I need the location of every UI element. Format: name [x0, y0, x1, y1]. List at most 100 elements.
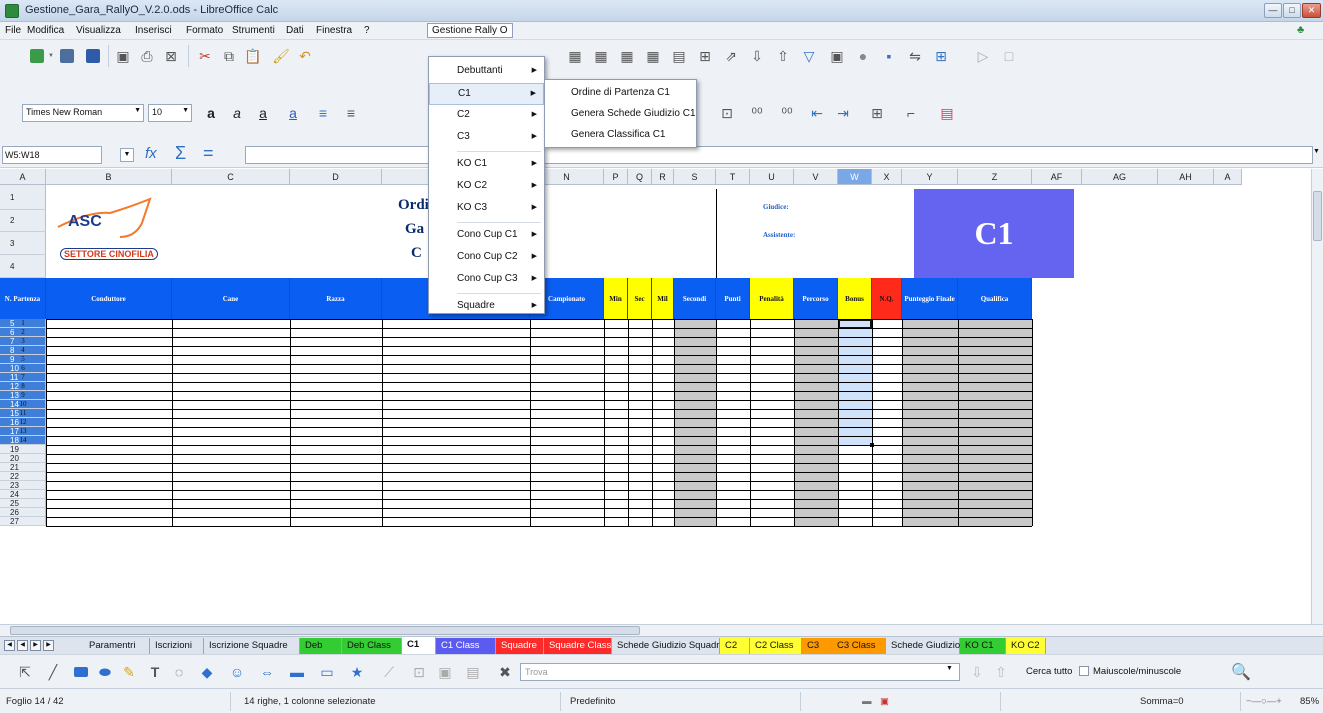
start-number-cell[interactable]: 5 — [0, 355, 46, 364]
minimize-button[interactable]: — — [1264, 3, 1282, 18]
new-document-icon[interactable] — [26, 45, 48, 67]
find-dropdown-icon[interactable]: ▼ — [946, 665, 953, 672]
spreadsheet-grid[interactable]: A B C D N P Q R S T U V W X Y Z AF AG AH A 1 2 3 4 5 6 7 8 9 10 11 12 1… — [0, 169, 1311, 624]
insert-mode-icon[interactable]: ▬ — [862, 696, 872, 707]
menu-strumenti[interactable]: Strumenti — [232, 25, 275, 36]
table-header-cell[interactable]: Razza — [290, 278, 382, 319]
start-number-cell[interactable]: 8 — [0, 382, 46, 391]
highlight-icon[interactable]: ≡ — [312, 102, 334, 124]
macro-play-icon[interactable]: ▷ — [972, 45, 994, 67]
indent-increase-icon[interactable]: ⇥ — [832, 102, 854, 124]
extrusion-icon[interactable]: ▤ — [462, 661, 484, 683]
table-header-cell[interactable]: Cane — [172, 278, 290, 319]
preview-icon[interactable]: ⊠ — [160, 45, 182, 67]
row-header[interactable]: 3 — [0, 232, 46, 255]
sheet-tab[interactable]: Paramentri — [84, 638, 150, 654]
menu-file[interactable]: File — [5, 25, 21, 36]
start-number-cell[interactable]: 11 — [0, 409, 46, 418]
table-header-cell[interactable]: Min — [604, 278, 628, 319]
find-input[interactable]: Trova — [520, 663, 960, 681]
column-header[interactable]: T — [716, 169, 750, 185]
horizontal-scroll-thumb[interactable] — [10, 626, 640, 635]
next-sheet-button[interactable]: ▶ — [30, 640, 41, 651]
page-style[interactable]: Predefinito — [570, 696, 615, 707]
menu-item[interactable]: Cono Cup C3 ▶ — [429, 269, 544, 291]
flowchart-icon[interactable]: ▬ — [286, 661, 308, 683]
export-pdf-icon[interactable]: ▣ — [112, 45, 134, 67]
macro-stop-icon[interactable]: □ — [998, 45, 1020, 67]
formula-expand-icon[interactable]: ▼ — [1313, 148, 1320, 155]
bold-icon[interactable]: a — [200, 102, 222, 124]
font-name-box[interactable]: Times New Roman ▼ — [22, 104, 144, 122]
start-number-cell[interactable]: 1 — [0, 319, 46, 328]
start-number-cell[interactable]: 4 — [0, 346, 46, 355]
sum-icon[interactable]: Σ — [175, 143, 186, 164]
menu-inserisci[interactable]: Inserisci — [135, 25, 172, 36]
autofilter-icon[interactable]: ▽ — [798, 45, 820, 67]
merge-icon[interactable]: ▤ — [668, 45, 690, 67]
arrows-icon[interactable]: ⇔ — [256, 661, 278, 683]
table-header-cell[interactable]: Punti — [716, 278, 750, 319]
percent-icon[interactable]: ⊡ — [716, 102, 738, 124]
basic-shapes-icon[interactable]: ◆ — [196, 661, 218, 683]
table-header-cell[interactable]: N.Q. — [872, 278, 902, 319]
menu-item[interactable]: C3 ▶ — [429, 127, 544, 149]
undo-icon[interactable]: ↶ — [294, 45, 316, 67]
chart-insert-icon[interactable]: ● — [852, 45, 874, 67]
menu-item[interactable]: Cono Cup C1 ▶ — [429, 225, 544, 247]
menu-item[interactable]: KO C1 ▶ — [429, 154, 544, 176]
row-header[interactable]: 22 — [0, 472, 46, 481]
menu-help[interactable]: ? — [364, 25, 370, 36]
sheet-tab[interactable]: KO C2 — [1006, 638, 1046, 654]
freeform-icon[interactable]: ✎ — [118, 661, 140, 683]
sheet-tab[interactable]: Deb Class — [342, 638, 402, 654]
column-header[interactable]: A — [1214, 169, 1242, 185]
start-number-cell[interactable]: 10 — [0, 400, 46, 409]
table-header-cell[interactable]: Punteggio Finale — [902, 278, 958, 319]
special-char-icon[interactable]: ⇋ — [904, 45, 926, 67]
column-header[interactable]: R — [652, 169, 674, 185]
row-header[interactable]: 26 — [0, 508, 46, 517]
background-color-icon[interactable]: ▤ — [936, 102, 958, 124]
start-number-cell[interactable]: 2 — [0, 328, 46, 337]
sheet-tab[interactable]: Squadre — [496, 638, 544, 654]
menu-genera-classifica-c1[interactable]: Genera Classifica C1 — [545, 125, 696, 145]
find-previous-icon[interactable]: ⇩ — [966, 661, 988, 683]
column-header[interactable]: S — [674, 169, 716, 185]
menu-item[interactable]: KO C3 ▶ — [429, 198, 544, 220]
sheet-tab[interactable]: Schede Giudizio Squadra — [612, 638, 725, 654]
sheet-tab[interactable]: C2 — [720, 638, 750, 654]
table-header-cell[interactable]: Penalità — [750, 278, 794, 319]
save-icon[interactable] — [82, 45, 104, 67]
italic-icon[interactable]: a — [226, 102, 248, 124]
symbol-shapes-icon[interactable]: ☺ — [226, 661, 248, 683]
sheet-tab[interactable]: C3 Class — [832, 638, 886, 654]
menu-item[interactable]: C2 ▶ — [429, 105, 544, 127]
column-header[interactable]: P — [604, 169, 628, 185]
paste-icon[interactable]: 📋 — [242, 45, 264, 67]
start-number-cell[interactable]: 3 — [0, 337, 46, 346]
row-header[interactable]: 25 — [0, 499, 46, 508]
border-style-icon[interactable]: ⌐ — [900, 102, 922, 124]
menu-item[interactable]: C1 ▶ — [429, 83, 544, 105]
menu-modifica[interactable]: Modifica — [27, 25, 64, 36]
start-number-cell[interactable]: 7 — [0, 373, 46, 382]
row-header[interactable]: 24 — [0, 490, 46, 499]
navigator-icon[interactable]: ⊞ — [930, 45, 952, 67]
sheet-tab[interactable]: Schede Giudizio — [886, 638, 960, 654]
column-header[interactable]: U — [750, 169, 794, 185]
cut-icon[interactable]: ✂ — [194, 45, 216, 67]
sheet-tab[interactable]: Squadre Class — [544, 638, 612, 654]
menu-visualizza[interactable]: Visualizza — [76, 25, 121, 36]
menu-item[interactable]: Debuttanti ▶ — [429, 61, 544, 83]
ellipse-icon[interactable]: ⬬ — [94, 661, 116, 683]
indent-decrease-icon[interactable]: ⇤ — [806, 102, 828, 124]
sort-descending-icon[interactable]: ⇧ — [772, 45, 794, 67]
first-sheet-button[interactable]: ◀ — [4, 640, 15, 651]
row-header[interactable]: 4 — [0, 255, 46, 278]
table-header-cell[interactable]: Secondi — [674, 278, 716, 319]
row-header[interactable]: 21 — [0, 463, 46, 472]
menu-genera-schede-giudizio-c1[interactable]: Genera Schede Giudizio C1 — [545, 104, 696, 124]
zoom-value[interactable]: 85% — [1300, 696, 1319, 707]
sheet-tab[interactable]: Deb — [300, 638, 342, 654]
